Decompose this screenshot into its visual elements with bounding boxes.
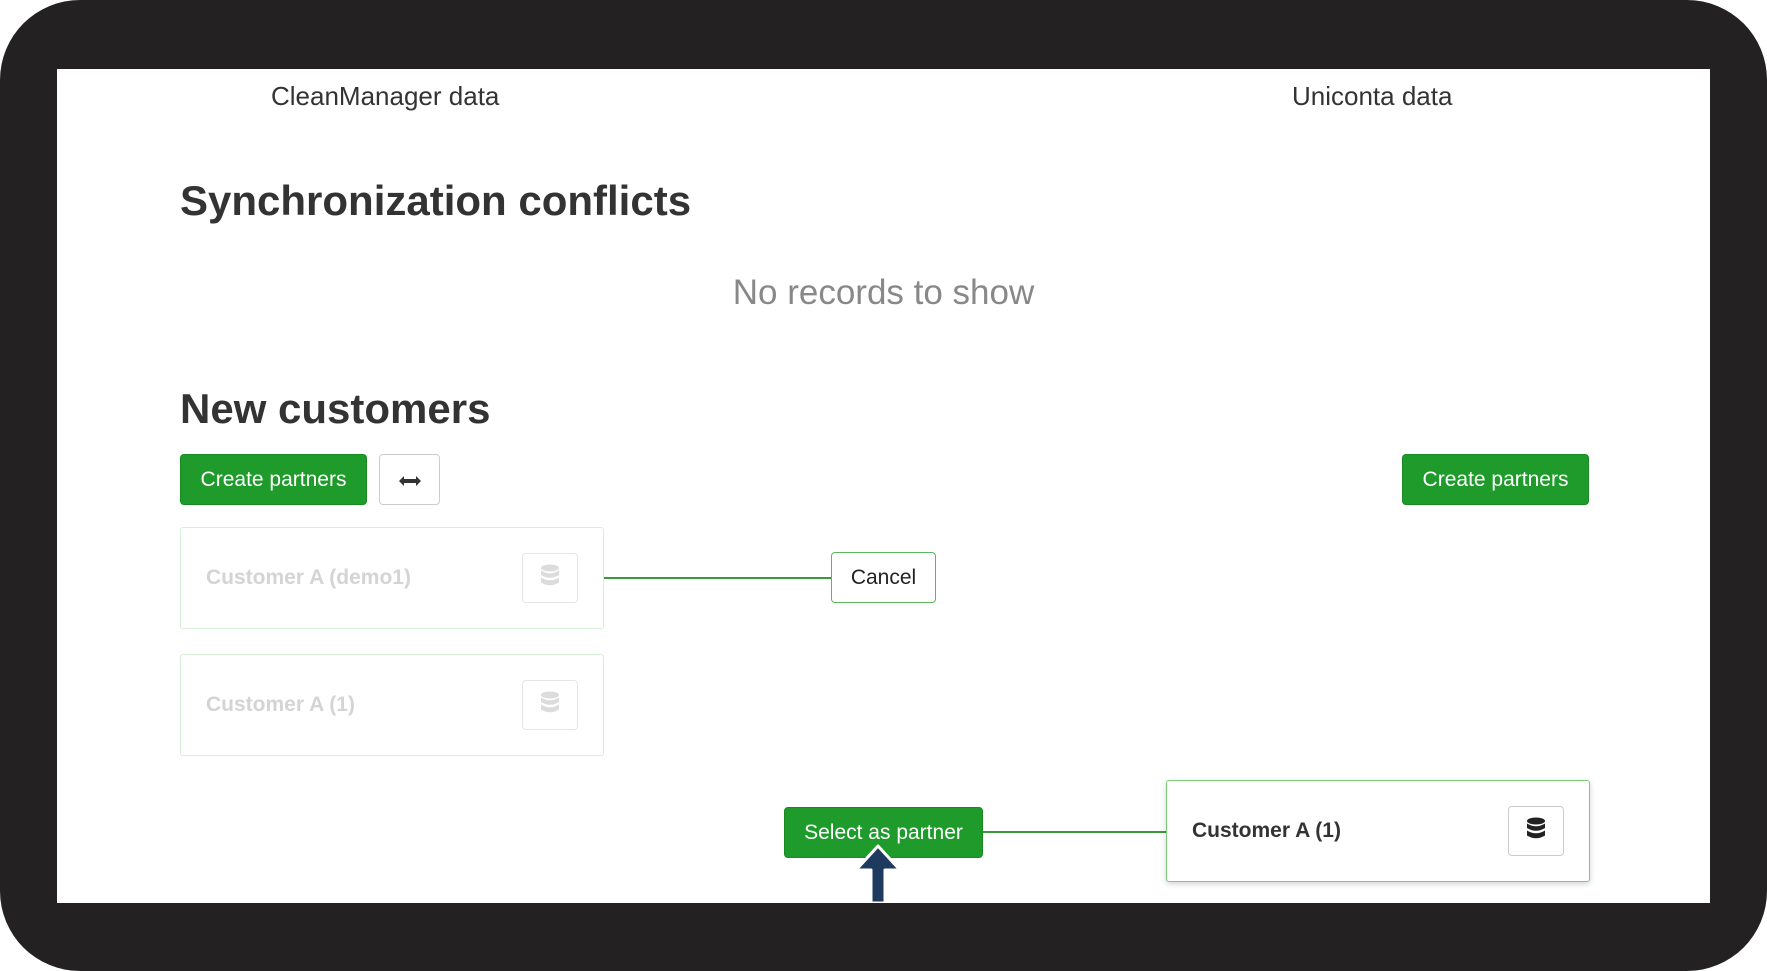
- database-icon: [540, 691, 560, 720]
- database-icon: [540, 564, 560, 593]
- customer-card-label: Customer A (1): [1192, 819, 1341, 842]
- create-partners-left-button[interactable]: Create partners: [180, 454, 367, 505]
- cleanmanager-customer-card[interactable]: Customer A (demo1): [180, 527, 604, 629]
- customer-db-button[interactable]: [522, 680, 578, 730]
- left-right-arrow-icon: [398, 467, 421, 493]
- sync-conflicts-title: Synchronization conflicts: [180, 177, 692, 224]
- customer-db-button[interactable]: [1508, 806, 1564, 856]
- create-partners-right-button[interactable]: Create partners: [1402, 454, 1589, 505]
- pointer-arrow-icon: [853, 844, 903, 903]
- database-icon: [1526, 817, 1546, 846]
- device-frame: CleanManager data Uniconta data Synchron…: [0, 0, 1767, 971]
- uniconta-column-header: Uniconta data: [1292, 81, 1453, 111]
- customer-card-label: Customer A (demo1): [206, 566, 411, 589]
- cancel-button[interactable]: Cancel: [831, 552, 936, 603]
- uniconta-customer-card[interactable]: Customer A (1): [1166, 780, 1590, 882]
- customer-card-label: Customer A (1): [206, 693, 355, 716]
- customer-db-button[interactable]: [522, 553, 578, 603]
- app-screen: CleanManager data Uniconta data Synchron…: [57, 69, 1710, 903]
- connector-line: [604, 577, 831, 579]
- cleanmanager-column-header: CleanManager data: [271, 81, 500, 111]
- swap-button[interactable]: [379, 454, 440, 505]
- no-records-message: No records to show: [732, 273, 1035, 312]
- cleanmanager-customer-card[interactable]: Customer A (1): [180, 654, 604, 756]
- new-customers-title: New customers: [180, 385, 491, 432]
- connector-line: [983, 831, 1166, 833]
